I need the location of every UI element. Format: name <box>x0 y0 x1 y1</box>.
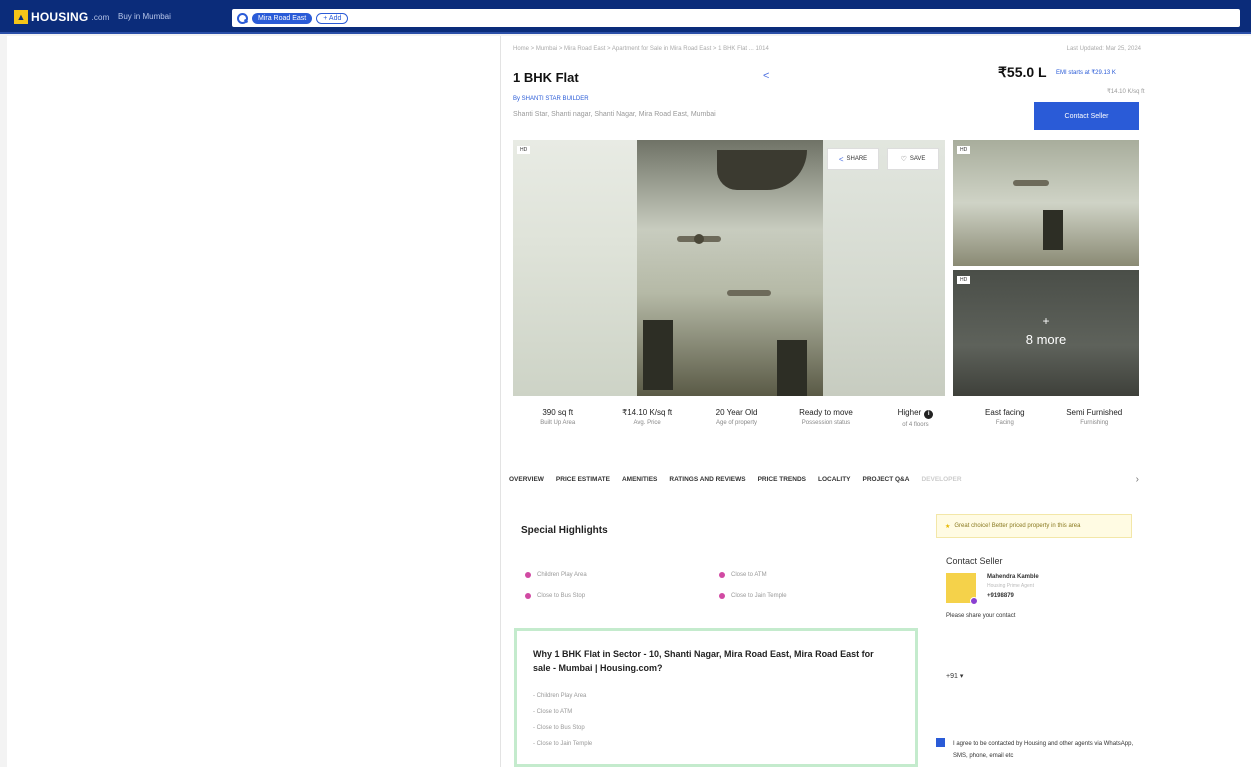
section-tabs: OVERVIEW PRICE ESTIMATE AMENITIES RATING… <box>509 470 1139 488</box>
stat-possession: Ready to move Possession status <box>799 408 853 426</box>
hd-tag: HD <box>957 146 971 154</box>
tab-project-qa[interactable]: PROJECT Q&A <box>863 476 910 483</box>
photo-wall-left <box>513 140 637 396</box>
contact-seller-title: Contact Seller <box>946 556 1003 566</box>
verified-badge-icon <box>970 597 978 605</box>
tab-price-trends[interactable]: PRICE TRENDS <box>758 476 806 483</box>
highlight-item: Close to Bus Stop <box>525 593 585 599</box>
stat-facing: East facing Facing <box>985 408 1025 426</box>
last-updated: Last Updated: Mar 25, 2024 <box>1066 46 1141 52</box>
ceiling-shadow <box>717 150 807 190</box>
great-choice-banner: ★ Great choice! Better priced property i… <box>936 514 1132 538</box>
highlight-dot-icon <box>525 593 531 599</box>
hd-tag: HD <box>517 146 531 154</box>
agent-name: Mahendra Kamble <box>987 574 1039 580</box>
stat-age: 20 Year Old Age of property <box>715 408 758 426</box>
tab-locality[interactable]: LOCALITY <box>818 476 851 483</box>
info-icon[interactable]: i <box>924 410 934 419</box>
property-stats: 390 sq ft Built Up Area ₹14.10 K/sq ft A… <box>513 408 1139 460</box>
tab-developer[interactable]: DEVELOPER <box>921 476 961 483</box>
stat-area: 390 sq ft Built Up Area <box>540 408 576 426</box>
ceiling-fan <box>727 290 771 296</box>
breadcrumb[interactable]: Home > Mumbai > Mira Road East > Apartme… <box>513 46 769 52</box>
gallery-share-button[interactable]: < SHARE <box>827 148 879 170</box>
add-locality-chip[interactable]: + Add <box>316 12 349 24</box>
why-item: - Close to Jain Temple <box>533 741 593 747</box>
emi-link[interactable]: EMI starts at ₹29.13 K <box>1056 69 1116 76</box>
why-buy-box: Why 1 BHK Flat in Sector - 10, Shanti Na… <box>514 628 918 767</box>
stat-floor: Higher i of 4 floors <box>871 408 960 460</box>
save-label: SAVE <box>909 156 926 162</box>
highlight-dot-icon <box>525 572 531 578</box>
photo-gallery: HD < SHARE ♡ SAVE HD HD + 8 more <box>513 140 1139 396</box>
logo-mark-icon: ▲ <box>14 10 28 24</box>
more-photos-label: 8 more <box>1025 332 1067 347</box>
agree-checkbox[interactable] <box>936 738 945 747</box>
why-item: - Close to Bus Stop <box>533 725 585 731</box>
builder-link[interactable]: By SHANTI STAR BUILDER <box>513 96 589 102</box>
side-photo-1[interactable]: HD <box>953 140 1139 266</box>
avatar <box>946 573 978 605</box>
agent-role: Housing Prime Agent <box>987 583 1034 589</box>
share-contact-prompt: Please share your contact <box>946 613 1016 619</box>
contact-seller-button[interactable]: Contact Seller <box>1034 102 1139 130</box>
why-item: - Close to ATM <box>533 709 573 715</box>
search-bar[interactable]: Mira Road East + Add <box>232 9 1240 27</box>
highlight-dot-icon <box>719 593 725 599</box>
window-shadow <box>1043 210 1063 250</box>
photo-wall-right <box>823 140 945 396</box>
fan-hub <box>694 234 704 244</box>
highlight-item: Children Play Area <box>525 572 587 578</box>
agree-text: I agree to be contacted by Housing and o… <box>953 741 1134 759</box>
tab-ratings-reviews[interactable]: RATINGS AND REVIEWS <box>669 476 745 483</box>
more-photos-tile[interactable]: HD + 8 more <box>953 270 1139 396</box>
chevron-right-icon[interactable]: › <box>1136 474 1139 485</box>
agent-phone[interactable]: +9198879 <box>987 593 1014 599</box>
highlight-dot-icon <box>719 572 725 578</box>
search-icon[interactable] <box>236 12 248 24</box>
property-price: ₹55.0 L <box>998 64 1047 80</box>
gallery-save-button[interactable]: ♡ SAVE <box>887 148 939 170</box>
highlight-item: Close to Jain Temple <box>719 593 787 599</box>
logo-text: HOUSING <box>31 10 89 24</box>
property-details: Home > Mumbai > Mira Road East > Apartme… <box>501 36 1251 767</box>
ceiling-fan <box>1013 180 1049 186</box>
property-address: Shanti Star, Shanti nagar, Shanti Nagar,… <box>513 111 716 118</box>
price-per-sqft: ₹14.10 K/sq ft <box>1107 89 1145 95</box>
page-title: 1 BHK Flat <box>513 70 579 85</box>
why-item: - Children Play Area <box>533 693 587 699</box>
window-shadow <box>643 320 673 390</box>
tab-amenities[interactable]: AMENITIES <box>622 476 657 483</box>
doorway-shadow <box>777 340 807 396</box>
highlight-item: Close to ATM <box>719 572 767 578</box>
city-selector[interactable]: Buy in Mumbai <box>118 12 171 21</box>
country-code-select[interactable]: +91 ▾ <box>946 672 963 680</box>
hd-tag: HD <box>957 276 971 284</box>
share-label: SHARE <box>846 156 868 162</box>
heart-icon: ♡ <box>900 156 907 163</box>
tab-price-estimate[interactable]: PRICE ESTIMATE <box>556 476 610 483</box>
top-nav-bar: ▲ HOUSING .com Buy in Mumbai Mira Road E… <box>0 0 1251 34</box>
highlights-title: Special Highlights <box>521 525 608 536</box>
photo-room <box>637 140 823 396</box>
left-blank-panel <box>7 36 501 767</box>
stat-furnishing: Semi Furnished Furnishing <box>1066 408 1123 426</box>
tab-overview[interactable]: OVERVIEW <box>509 476 544 483</box>
plus-icon: + <box>1042 314 1050 328</box>
share-icon: < <box>838 154 844 164</box>
why-title: Why 1 BHK Flat in Sector - 10, Shanti Na… <box>533 649 874 673</box>
star-icon: ★ <box>945 523 951 530</box>
housing-logo[interactable]: ▲ HOUSING .com <box>14 10 110 24</box>
stat-avg-price: ₹14.10 K/sq ft Avg. Price <box>622 408 673 426</box>
logo-suffix: .com <box>91 12 110 22</box>
share-icon[interactable]: < <box>763 70 769 82</box>
search-chip[interactable]: Mira Road East <box>252 12 313 24</box>
main-photo[interactable]: HD < SHARE ♡ SAVE <box>513 140 945 396</box>
